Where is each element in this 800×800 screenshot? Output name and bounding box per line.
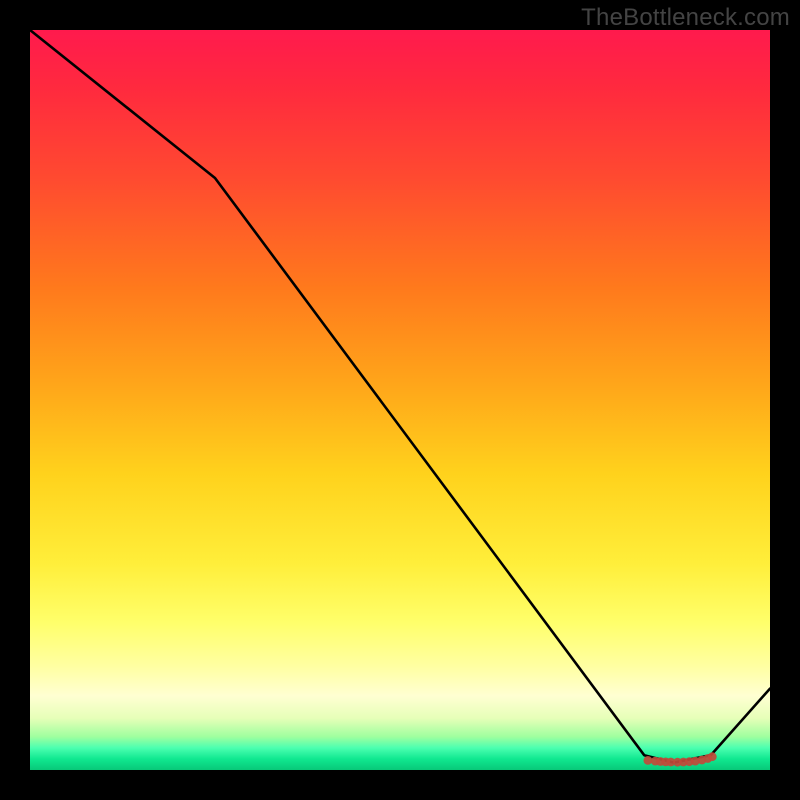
plot-area <box>30 30 770 770</box>
line-series <box>30 30 770 763</box>
watermark-text: TheBottleneck.com <box>581 4 790 32</box>
valley-markers <box>644 752 717 766</box>
overlay-svg <box>30 30 770 770</box>
chart-frame: TheBottleneck.com <box>0 0 800 800</box>
valley-marker <box>708 752 717 761</box>
